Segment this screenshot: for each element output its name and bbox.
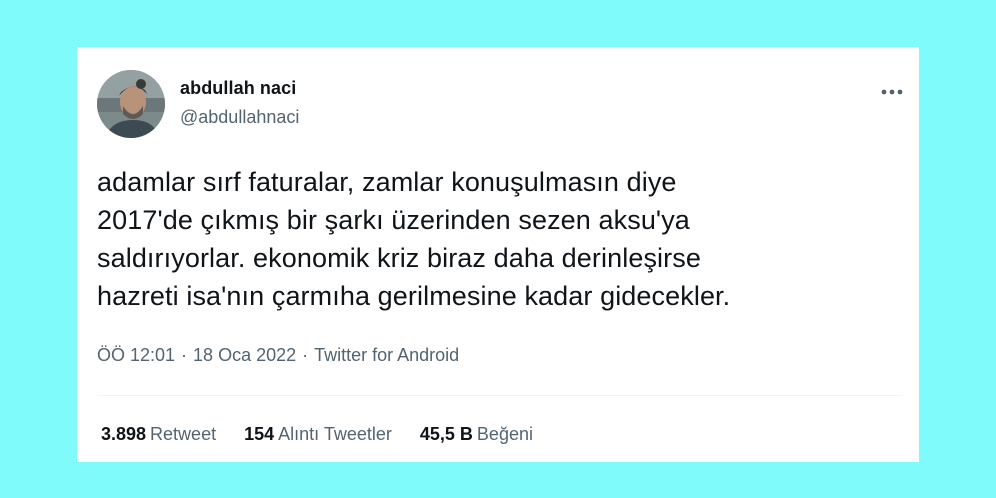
tweet-stats: 3.898 Retweet 154 Alıntı Tweetler 45,5 B Be… [101,424,561,445]
tweet-time[interactable]: ÖÖ 12:01 [97,345,175,366]
tweet-meta: ÖÖ 12:01 · 18 Oca 2022 · Twitter for And… [97,345,459,366]
tweet-date[interactable]: 18 Oca 2022 [193,345,296,366]
avatar[interactable] [97,70,165,138]
tweet-text: adamlar sırf faturalar, zamlar konuşulma… [97,167,731,311]
tweet-card: abdullah naci @abdullahnaci adamlar sırf… [77,47,919,462]
profile-photo [97,70,165,138]
quote-count: 154 [244,424,275,444]
retweet-count: 3.898 [101,424,147,444]
retweet-stat[interactable]: 3.898 Retweet [101,424,216,445]
tweet-source[interactable]: Twitter for Android [314,345,459,366]
retweet-label: Retweet [150,424,217,444]
quote-stat[interactable]: 154 Alıntı Tweetler [244,424,392,445]
like-count: 45,5 B [419,424,473,444]
like-stat[interactable]: 45,5 B Beğeni [420,424,533,445]
more-options-icon[interactable] [878,82,906,102]
quote-label: Alıntı Tweetler [278,424,392,444]
divider [97,395,903,396]
meta-separator: · [181,345,188,365]
author-handle[interactable]: @abdullahnaci [180,107,299,128]
meta-separator: · [302,345,309,365]
author-name[interactable]: abdullah naci [180,78,296,99]
like-label: Beğeni [476,424,533,444]
